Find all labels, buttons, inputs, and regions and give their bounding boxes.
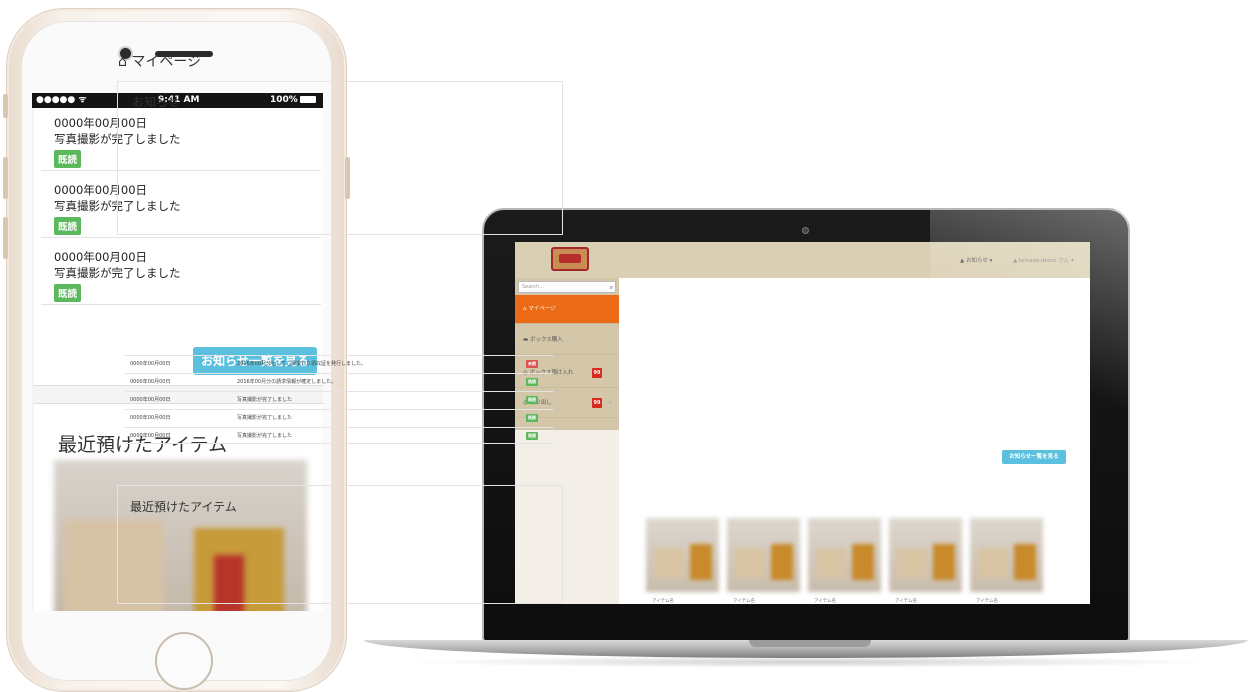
- laptop-base-notch: [749, 640, 871, 647]
- see-all-notifications-button[interactable]: お知らせ一覧を見る: [1002, 450, 1066, 464]
- home-icon: ⌂: [118, 54, 132, 70]
- news-card: [117, 81, 563, 235]
- news-row[interactable]: 0000年00月00日 写真撮影が完了しました 既読: [125, 409, 553, 426]
- item-thumbnail: [808, 518, 881, 592]
- unread-badge: 未読: [526, 360, 538, 368]
- read-badge: 既読: [54, 150, 82, 168]
- news-row[interactable]: 0000年00月00日 写真撮影が完了しました 既読: [125, 427, 553, 444]
- page-title: ⌂ マイページ: [118, 54, 202, 70]
- sidebar-item-mypage[interactable]: ⌂ マイページ: [515, 295, 619, 324]
- item-name: アイテム名: [895, 599, 918, 604]
- notifications-menu[interactable]: ▲ お知らせ ▾: [960, 256, 992, 264]
- news-title: お知らせ: [132, 95, 180, 109]
- item-thumbnail: [970, 518, 1043, 592]
- read-badge: 既読: [526, 432, 538, 440]
- item-thumbnail: [889, 518, 962, 592]
- count-badge: 99: [592, 398, 602, 408]
- recent-items-title: 最近預けたアイテム: [130, 500, 237, 514]
- item-name: アイテム名: [814, 599, 837, 604]
- item-card[interactable]: アイテム名: [808, 518, 881, 604]
- home-button[interactable]: [155, 632, 213, 690]
- cart-icon: ▬: [523, 337, 530, 343]
- search-input[interactable]: Search... ⌕: [518, 281, 616, 293]
- item-card[interactable]: アイテム名: [970, 518, 1043, 604]
- item-name: アイテム名: [652, 599, 675, 604]
- news-row[interactable]: 0000年00月00日 2016年00月分の請求情報が確定しました。 既読: [125, 373, 553, 390]
- notification-message: 写真撮影が完了しました: [54, 266, 181, 280]
- item-name: アイテム名: [733, 599, 756, 604]
- read-badge: 既読: [526, 414, 538, 422]
- app-header: ▲ お知らせ ▾ ▲ terrada.demo さん ▾: [515, 242, 1090, 278]
- mute-switch: [3, 94, 8, 118]
- device-mockup-stage: ●●●●● ᯤ 9:41 AM 100% 0000年00月00日 写真撮影が完了…: [0, 0, 1250, 692]
- sidebar-item-box-purchase[interactable]: ▬ ボックス購入: [515, 326, 619, 355]
- search-icon[interactable]: ⌕: [610, 283, 613, 293]
- laptop-camera: [802, 227, 809, 234]
- read-badge: 既読: [526, 396, 538, 404]
- read-badge: 既読: [54, 284, 82, 302]
- chevron-left-icon: ‹: [609, 400, 612, 406]
- brand-logo[interactable]: [551, 247, 589, 271]
- item-thumbnail: [727, 518, 800, 592]
- item-thumbnail: [646, 518, 719, 592]
- notification-item[interactable]: 0000年00月00日 写真撮影が完了しました 既読: [41, 238, 321, 305]
- count-badge: 99: [592, 368, 602, 378]
- notification-date: 0000年00月00日: [54, 250, 148, 264]
- read-badge: 既読: [54, 217, 82, 235]
- read-badge: 既読: [526, 378, 538, 386]
- user-menu[interactable]: ▲ terrada.demo さん ▾: [1013, 256, 1074, 264]
- item-card[interactable]: アイテム名: [727, 518, 800, 604]
- news-row[interactable]: 0000年00月00日 2016年00月分としてご請求した領収証を発行しました。…: [125, 355, 553, 372]
- volume-down-button: [3, 217, 8, 259]
- item-card[interactable]: アイテム名: [889, 518, 962, 604]
- item-card[interactable]: アイテム名: [646, 518, 719, 604]
- news-row[interactable]: 0000年00月00日 写真撮影が完了しました 既読: [125, 391, 553, 408]
- item-name: アイテム名: [976, 599, 999, 604]
- volume-up-button: [3, 157, 8, 199]
